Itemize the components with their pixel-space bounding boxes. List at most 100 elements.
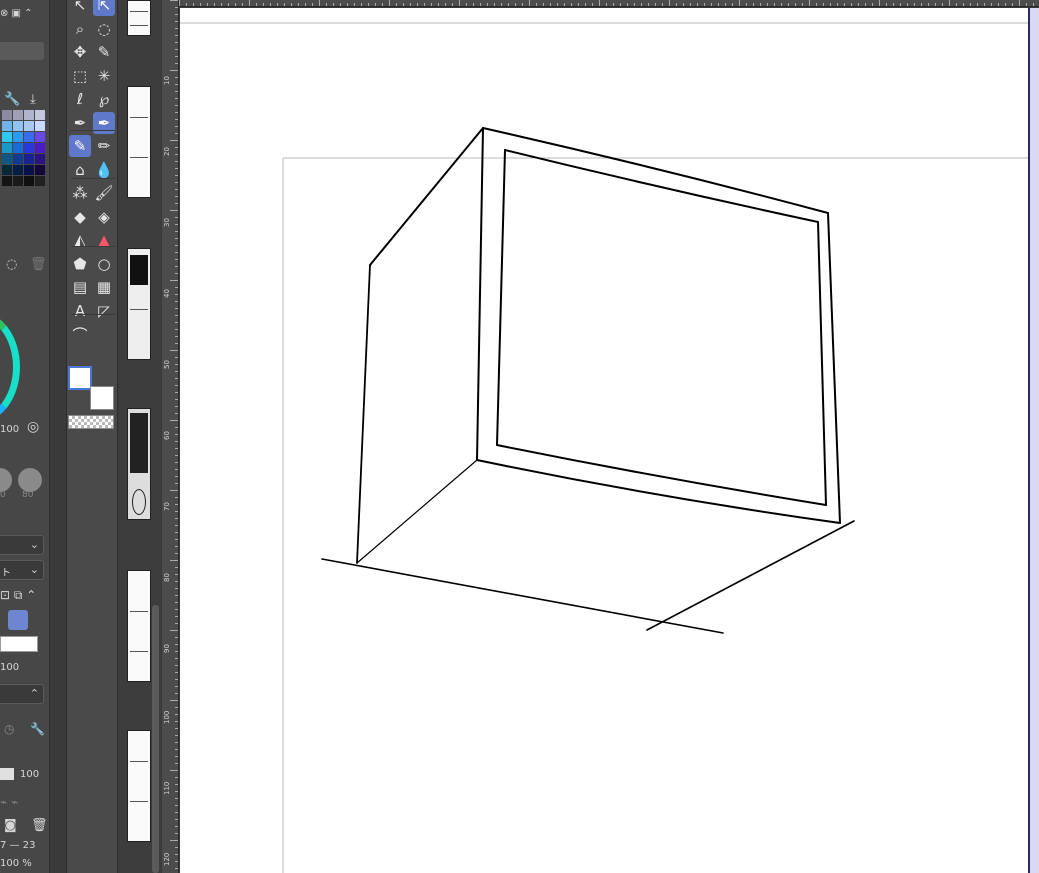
adjacent-page-edge <box>1028 8 1039 873</box>
color-swatch[interactable] <box>35 110 45 120</box>
trash-icon[interactable]: 🗑 <box>30 257 47 272</box>
color-swatch[interactable] <box>35 143 45 153</box>
chevron-down-icon: ⌄ <box>29 538 39 551</box>
dropdown[interactable]: ⌃ <box>0 684 44 704</box>
gradient-icon[interactable]: ▦ <box>93 276 115 298</box>
brush-size-preset[interactable] <box>18 468 42 492</box>
eraser-icon[interactable]: ◆ <box>69 206 91 228</box>
color-swatch[interactable] <box>24 176 34 186</box>
color-swatch[interactable] <box>2 110 12 120</box>
text-icon[interactable]: A <box>69 300 91 322</box>
color-swatch[interactable] <box>35 165 45 175</box>
color-swatch[interactable] <box>2 154 12 164</box>
color-swatch[interactable] <box>2 143 12 153</box>
color-swatch[interactable] <box>13 165 23 175</box>
main-color-swatch[interactable] <box>68 366 92 390</box>
page-thumbnail[interactable] <box>127 730 151 842</box>
fill-icon[interactable]: ◭ <box>69 229 91 251</box>
ruler-icon[interactable]: ⌒ <box>69 323 91 345</box>
trash-icon[interactable]: 🗑 <box>31 818 48 833</box>
layer-color-field[interactable] <box>0 636 38 652</box>
fill-alt-icon[interactable]: ⬟ <box>69 253 91 275</box>
circle-icon[interactable]: ○ <box>93 253 115 275</box>
wrench-icon[interactable]: 🔧 <box>30 722 45 736</box>
blend-mode-dropdown[interactable]: ⌄ <box>0 535 44 555</box>
download-icon[interactable]: ⤓ <box>30 92 36 107</box>
brush-size-preset[interactable] <box>0 468 12 492</box>
layer-icons[interactable]: ⊡ ⧉ ⌃ <box>0 588 36 603</box>
color-swatch[interactable] <box>13 154 23 164</box>
color-add-icon[interactable]: ◌ <box>6 257 17 272</box>
color-swatch[interactable] <box>13 121 23 131</box>
ruler-label: 110 <box>163 781 171 795</box>
zoom-icon[interactable]: ⌕ <box>69 18 91 40</box>
color-swatch[interactable] <box>35 132 45 142</box>
layer-flip-icons[interactable]: ⌁ ⌁ <box>0 795 18 809</box>
color-swatch[interactable] <box>24 154 34 164</box>
lasso-dotted-icon[interactable]: ◌ <box>93 18 115 40</box>
color-swatch[interactable] <box>24 132 34 142</box>
drawing-canvas[interactable] <box>180 8 1028 873</box>
settings-circle-icon[interactable]: ◎ <box>27 419 39 435</box>
select-layer-icon[interactable]: ⇱ <box>93 0 115 16</box>
marquee-icon[interactable]: ⬚ <box>69 65 91 87</box>
panel-input[interactable] <box>0 42 44 60</box>
cake-icon[interactable]: ▲ <box>93 229 115 251</box>
magic-wand-icon[interactable]: ✳ <box>93 65 115 87</box>
page-thumbnail[interactable] <box>127 408 151 520</box>
transparent-color-swatch[interactable] <box>68 415 114 429</box>
pencil-icon[interactable]: ✏ <box>93 135 115 157</box>
tool-separator <box>71 130 115 131</box>
color-swatch[interactable] <box>2 132 12 142</box>
color-swatch[interactable] <box>35 176 45 186</box>
properties-panel: ⊗ ▣ ⌃ 🔧 ⤓ ◌ 🗑 100 ◎ 0 80 ⌄ ト ⌄ ⊡ ⧉ ⌃ 100 … <box>0 0 50 873</box>
color-swatch[interactable] <box>24 121 34 131</box>
cube-lines <box>321 127 855 634</box>
color-swatch[interactable] <box>24 110 34 120</box>
app-window: ⊗ ▣ ⌃ 🔧 ⤓ ◌ 🗑 100 ◎ 0 80 ⌄ ト ⌄ ⊡ ⧉ ⌃ 100 … <box>0 0 1039 873</box>
move-arrows-icon[interactable]: ✥ <box>69 41 91 63</box>
reference-layer-toggle[interactable] <box>8 610 28 630</box>
panel-header-icons[interactable]: ⊗ ▣ ⌃ <box>0 8 33 19</box>
clock-icon[interactable]: ◷ <box>4 722 14 736</box>
color-swatch[interactable] <box>35 121 45 131</box>
page-thumbnail[interactable] <box>127 0 151 36</box>
wrench-icon[interactable]: 🔧 <box>4 92 20 107</box>
color-swatch[interactable] <box>24 165 34 175</box>
eraser-alt-icon[interactable]: ◈ <box>93 206 115 228</box>
color-swatch[interactable] <box>35 154 45 164</box>
opacity-value: 100 <box>0 424 20 435</box>
color-set-swatches[interactable] <box>0 110 45 210</box>
lasso-icon[interactable]: ℓ <box>69 88 91 110</box>
color-swatch[interactable] <box>2 121 12 131</box>
page-thumbnail[interactable] <box>127 570 151 682</box>
balloon-icon[interactable]: ◸ <box>93 300 115 322</box>
page-thumbnail[interactable] <box>127 248 151 360</box>
color-wheel[interactable] <box>0 312 20 422</box>
color-swatch[interactable] <box>13 132 23 142</box>
lasso-alt-icon[interactable]: ℘ <box>93 88 115 110</box>
layer-info: 7 — 23 <box>0 840 36 851</box>
sub-color-swatch[interactable] <box>90 386 114 410</box>
eyedropper-icon[interactable]: ✎ <box>93 41 115 63</box>
mask-icon[interactable]: ◙ <box>4 818 17 833</box>
slider-handle[interactable] <box>0 768 14 780</box>
color-swatch[interactable] <box>2 176 12 186</box>
page-thumbnail[interactable] <box>127 86 151 198</box>
ruler-label: 70 <box>163 502 171 511</box>
color-swatch[interactable] <box>13 110 23 120</box>
airbrush-icon[interactable]: ⁂ <box>69 182 91 204</box>
color-swatch[interactable] <box>24 143 34 153</box>
move-icon[interactable]: ↖ <box>69 0 91 16</box>
thumbnail-scrollbar[interactable] <box>152 605 159 873</box>
color-swatch[interactable] <box>2 165 12 175</box>
layer-icon[interactable]: ▤ <box>69 276 91 298</box>
vertical-ruler: 10 20 30 40 50 60 70 80 90 100 110 120 <box>162 0 179 873</box>
color-swatch[interactable] <box>13 143 23 153</box>
color-swatch[interactable] <box>13 176 23 186</box>
ruler-label: 50 <box>163 360 171 369</box>
brush-icon[interactable]: 🖌 <box>93 182 115 204</box>
marker-active-icon[interactable]: ✎ <box>69 135 91 157</box>
brush-size-label: 80 <box>22 490 34 500</box>
dropdown[interactable]: ト ⌄ <box>0 560 44 580</box>
